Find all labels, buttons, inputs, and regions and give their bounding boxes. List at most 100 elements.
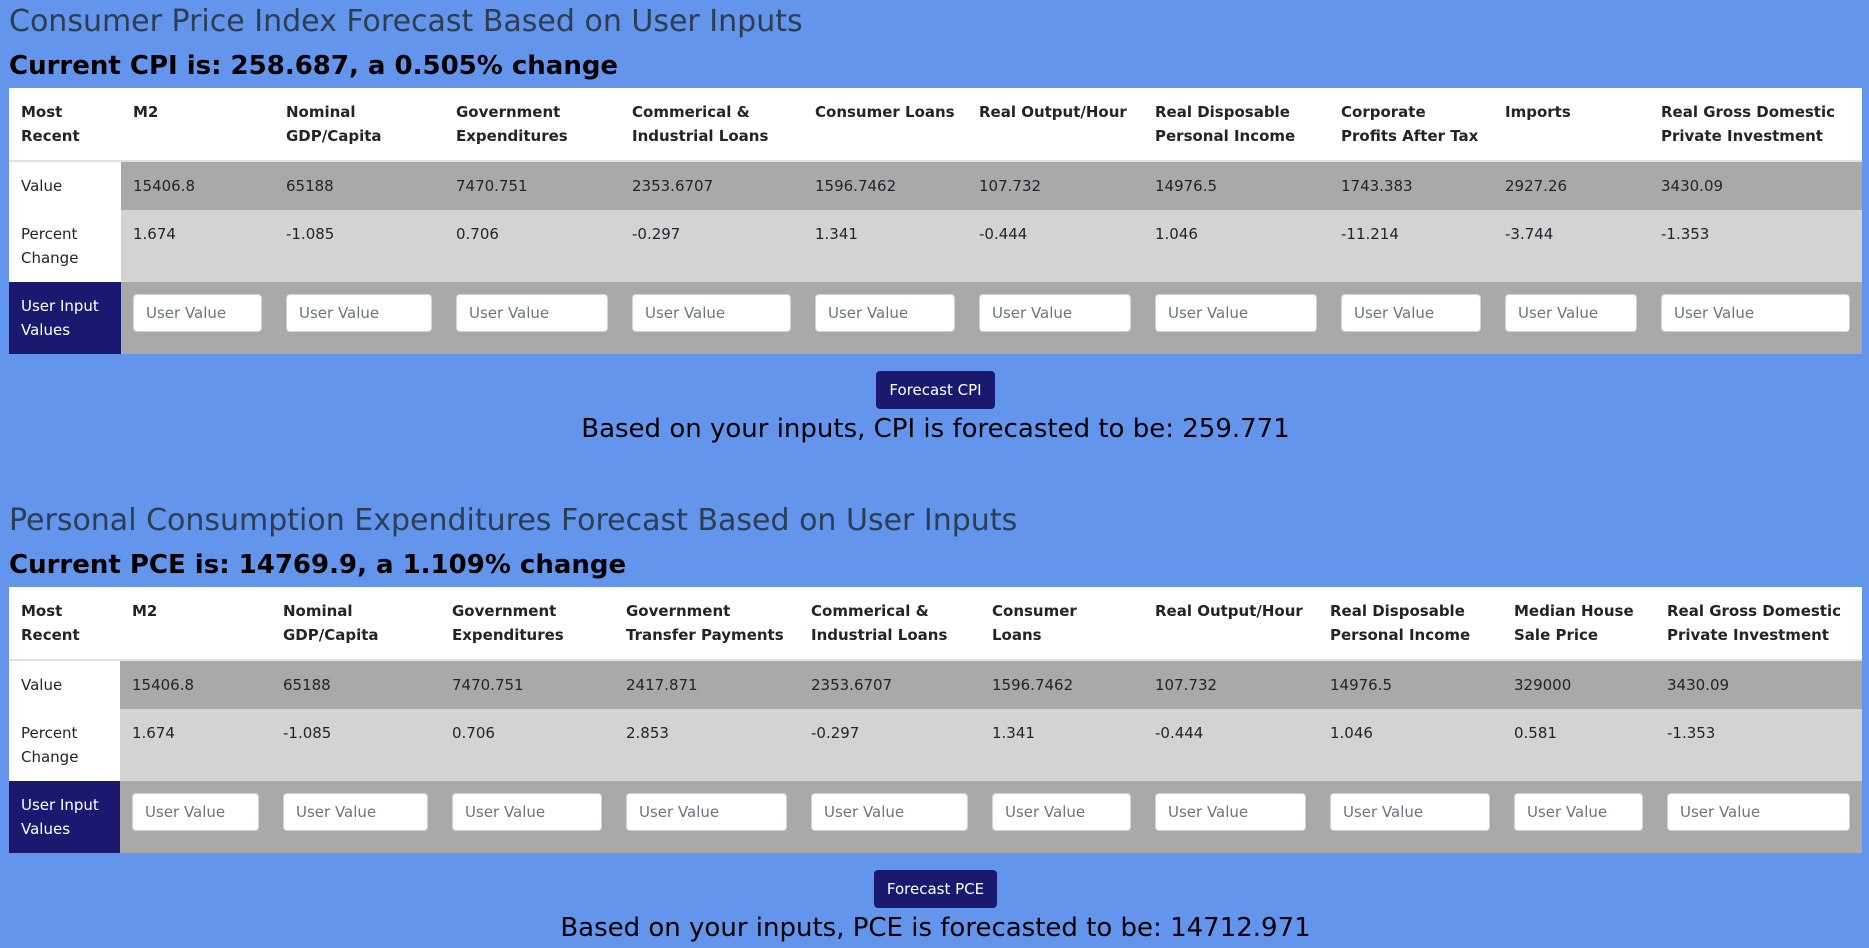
value-cell: 65188 (271, 660, 440, 709)
value-cell: 2927.26 (1493, 161, 1649, 210)
user-value-input[interactable] (1514, 793, 1643, 831)
user-input-cell (614, 781, 799, 853)
user-value-input[interactable] (452, 793, 602, 831)
column-header: Government Expenditures (444, 88, 620, 162)
forecast-cpi-button[interactable]: Forecast CPI (876, 371, 995, 409)
column-header: Consumer Loans (803, 88, 967, 162)
percent-change-cell: -0.297 (799, 709, 980, 781)
value-cell: 2417.871 (614, 660, 799, 709)
user-input-cell (121, 282, 274, 354)
cpi-forecast-result: Based on your inputs, CPI is forecasted … (581, 414, 1290, 444)
forecast-button-wrap: Forecast PCE (9, 870, 1862, 908)
user-value-input[interactable] (456, 294, 608, 332)
user-value-input[interactable] (992, 793, 1131, 831)
percent-change-cell: -0.444 (1143, 709, 1318, 781)
user-value-input[interactable] (132, 793, 259, 831)
percent-change-cell: 0.581 (1502, 709, 1655, 781)
user-input-cell (1649, 282, 1862, 354)
user-value-input[interactable] (286, 294, 432, 332)
row-label-percent-change: Percent Change (9, 210, 121, 282)
user-input-cell (444, 282, 620, 354)
row-label-value: Value (9, 660, 120, 709)
user-input-cell (620, 282, 803, 354)
column-header: Imports (1493, 88, 1649, 162)
pce-current-value: Current PCE is: 14769.9, a 1.109% change (9, 550, 627, 580)
user-value-input[interactable] (1505, 294, 1637, 332)
value-cell: 7470.751 (444, 161, 620, 210)
column-header: Corporate Profits After Tax (1329, 88, 1493, 162)
percent-change-cell: 1.341 (803, 210, 967, 282)
user-input-cell (271, 781, 440, 853)
column-header: Government Transfer Payments (614, 587, 799, 661)
value-row: Value 15406.8 65188 7470.751 2417.871 2353.6… (9, 660, 1862, 709)
user-value-input[interactable] (1661, 294, 1850, 332)
user-input-cell (1143, 781, 1318, 853)
percent-change-cell: -3.744 (1493, 210, 1649, 282)
user-input-cell (1143, 282, 1329, 354)
user-value-input[interactable] (1155, 793, 1306, 831)
cpi-forecast-section: Consumer Price Index Forecast Based on U… (9, 0, 1862, 449)
column-header: Nominal GDP/Capita (274, 88, 444, 162)
column-header: Real Output/Hour (967, 88, 1143, 162)
value-cell: 2353.6707 (620, 161, 803, 210)
user-value-input[interactable] (1155, 294, 1317, 332)
value-cell: 3430.09 (1655, 660, 1862, 709)
user-input-row: User Input Values (9, 781, 1862, 853)
user-value-input[interactable] (811, 793, 968, 831)
user-input-cell (274, 282, 444, 354)
user-value-input[interactable] (133, 294, 262, 332)
row-label-user-input: User Input Values (9, 282, 121, 354)
user-value-input[interactable] (283, 793, 428, 831)
row-label-value: Value (9, 161, 121, 210)
column-header: Real Output/Hour (1143, 587, 1318, 661)
pce-forecast-result: Based on your inputs, PCE is forecasted … (560, 913, 1311, 943)
forecast-pce-button[interactable]: Forecast PCE (873, 870, 998, 908)
value-cell: 1743.383 (1329, 161, 1493, 210)
column-header: M2 (121, 88, 274, 162)
percent-change-cell: 2.853 (614, 709, 799, 781)
pce-inputs-table: Most Recent M2 Nominal GDP/Capita Governme… (9, 587, 1862, 853)
column-header: M2 (120, 587, 271, 661)
user-value-input[interactable] (1667, 793, 1850, 831)
value-cell: 107.732 (967, 161, 1143, 210)
user-input-cell (1318, 781, 1502, 853)
percent-change-cell: -1.353 (1649, 210, 1862, 282)
column-header: Real Disposable Personal Income (1318, 587, 1502, 661)
value-cell: 3430.09 (1649, 161, 1862, 210)
value-cell: 15406.8 (120, 660, 271, 709)
cpi-inputs-table: Most Recent M2 Nominal GDP/Capita Governme… (9, 88, 1862, 354)
percent-change-cell: -1.085 (271, 709, 440, 781)
user-input-cell (967, 282, 1143, 354)
value-cell: 15406.8 (121, 161, 274, 210)
percent-change-cell: 0.706 (440, 709, 614, 781)
user-input-cell (1655, 781, 1862, 853)
row-label-percent-change: Percent Change (9, 709, 120, 781)
percent-change-cell: -0.444 (967, 210, 1143, 282)
column-header: Commerical & Industrial Loans (620, 88, 803, 162)
user-value-input[interactable] (979, 294, 1131, 332)
percent-change-cell: 1.341 (980, 709, 1143, 781)
percent-change-cell: 1.046 (1318, 709, 1502, 781)
value-row: Value 15406.8 65188 7470.751 2353.6707 1596.… (9, 161, 1862, 210)
table-header-row: Most Recent M2 Nominal GDP/Capita Governme… (9, 587, 1862, 661)
column-header: Consumer Loans (980, 587, 1143, 661)
user-value-input[interactable] (632, 294, 791, 332)
user-input-cell (1329, 282, 1493, 354)
column-header: Nominal GDP/Capita (271, 587, 440, 661)
user-value-input[interactable] (1330, 793, 1490, 831)
user-value-input[interactable] (1341, 294, 1481, 332)
percent-change-cell: -1.353 (1655, 709, 1862, 781)
user-input-cell (440, 781, 614, 853)
value-cell: 107.732 (1143, 660, 1318, 709)
pce-forecast-section: Personal Consumption Expenditures Foreca… (9, 499, 1862, 948)
value-cell: 65188 (274, 161, 444, 210)
column-header: Real Gross Domestic Private Investment (1649, 88, 1862, 162)
user-value-input[interactable] (815, 294, 955, 332)
column-header: Real Disposable Personal Income (1143, 88, 1329, 162)
percent-change-cell: 0.706 (444, 210, 620, 282)
percent-change-cell: -11.214 (1329, 210, 1493, 282)
user-input-cell (120, 781, 271, 853)
user-value-input[interactable] (626, 793, 787, 831)
cpi-current-value: Current CPI is: 258.687, a 0.505% change (9, 51, 619, 81)
value-cell: 7470.751 (440, 660, 614, 709)
